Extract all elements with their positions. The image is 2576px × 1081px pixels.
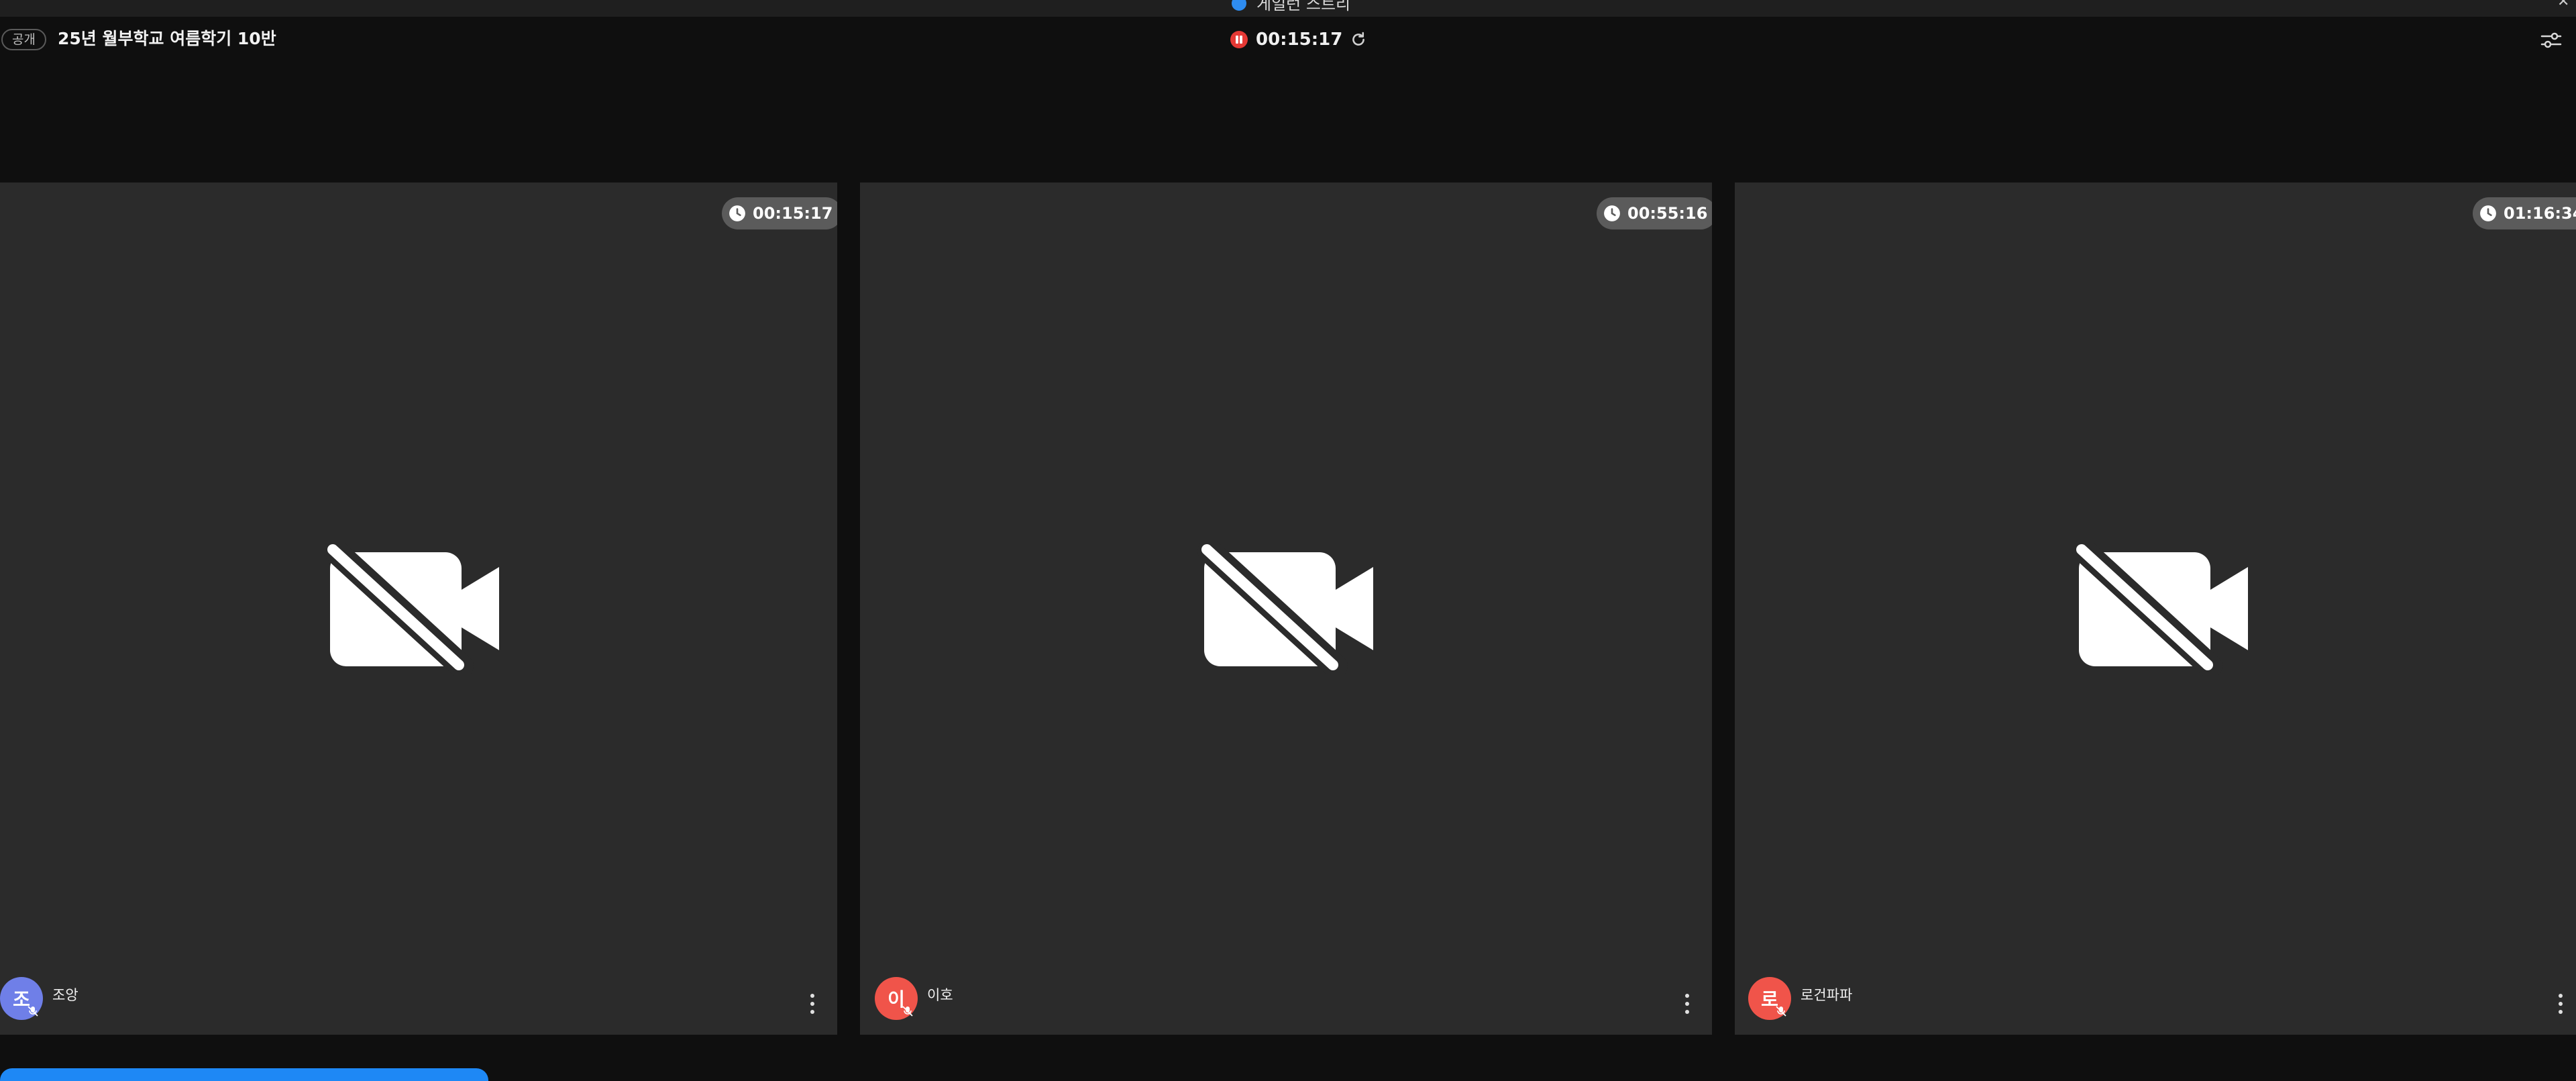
participant-tile[interactable]: 00:15:17 조 조앙: [0, 183, 837, 1035]
duration-badge: 00:55:16: [1597, 197, 1712, 229]
participant-info: 이 이호: [875, 977, 953, 1020]
mic-off-icon: [28, 1006, 38, 1017]
more-options-icon[interactable]: [802, 989, 822, 1019]
bottom-action-bar[interactable]: [0, 1068, 488, 1081]
refresh-icon[interactable]: [1349, 30, 1368, 49]
duration-time: 00:55:16: [1627, 204, 1708, 223]
camera-off-icon: [323, 542, 499, 676]
status-dot-icon: [1232, 0, 1246, 11]
participant-info: 로 로건파파: [1748, 977, 1852, 1020]
camera-off-icon: [1197, 542, 1373, 676]
top-strip: 게일런 스트리 ✕: [0, 0, 2576, 17]
visibility-badge: 공개: [1, 29, 46, 50]
clock-icon: [2480, 205, 2496, 221]
duration-badge: 01:16:34: [2473, 197, 2576, 229]
more-options-icon[interactable]: [1677, 989, 1697, 1019]
recording-status: 00:15:17: [1230, 28, 1368, 51]
recording-pause-icon[interactable]: [1230, 31, 1248, 48]
avatar: 이: [875, 977, 918, 1020]
participant-tile[interactable]: 00:55:16 이 이호: [860, 183, 1712, 1035]
participant-tile[interactable]: 01:16:34 로 로건파파: [1735, 183, 2576, 1035]
duration-time: 00:15:17: [753, 204, 833, 223]
avatar: 조: [0, 977, 43, 1020]
top-strip-label: 게일런 스트리: [1256, 0, 1351, 13]
clock-icon: [1604, 205, 1620, 221]
participant-name: 조앙: [52, 987, 78, 1003]
duration-time: 01:16:34: [2504, 204, 2576, 223]
duration-badge: 00:15:17: [722, 197, 837, 229]
recording-time: 00:15:17: [1256, 30, 1343, 50]
clock-icon: [729, 205, 745, 221]
meeting-room: 게일런 스트리 ✕ 공개 25년 월부학교 여름학기 10반 00:15:17: [0, 0, 2576, 1081]
more-options-icon[interactable]: [2551, 989, 2571, 1019]
participant-name: 로건파파: [1801, 987, 1853, 1003]
settings-sliders-icon[interactable]: [2540, 29, 2563, 52]
participant-info: 조 조앙: [0, 977, 78, 1020]
mic-off-icon: [1776, 1006, 1786, 1017]
room-header: 공개 25년 월부학교 여름학기 10반 00:15:17: [0, 17, 2576, 64]
room-title: 25년 월부학교 여름학기 10반: [58, 29, 276, 48]
participant-name: 이호: [927, 987, 953, 1003]
avatar: 로: [1748, 977, 1791, 1020]
mic-off-icon: [902, 1006, 913, 1017]
top-strip-corner-icon[interactable]: ✕: [2557, 0, 2569, 10]
camera-off-icon: [2072, 542, 2248, 676]
